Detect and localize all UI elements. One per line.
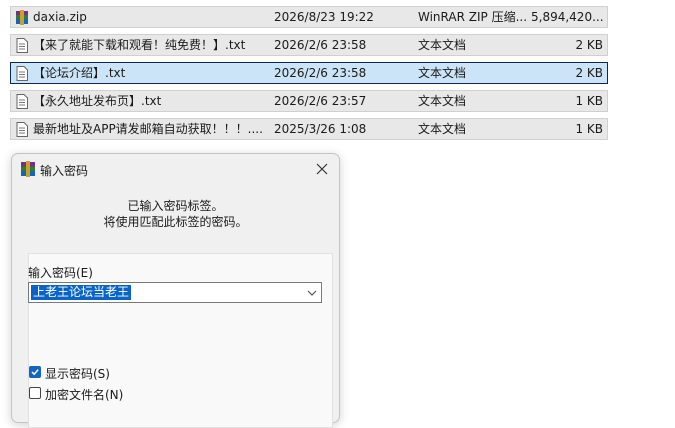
dialog-title-bar[interactable]: 输入密码 [12,154,339,184]
close-button[interactable] [309,156,335,182]
info-line-1: 已输入密码标签。 [127,199,224,213]
file-row-txt-2[interactable]: 【论坛介绍】.txt 2026/2/6 23:58 文本文档 2 KB [10,62,608,84]
file-date: 2026/2/6 23:58 [274,38,367,52]
file-date: 2026/8/23 19:22 [274,10,374,24]
file-row-daxia-zip[interactable]: daxia.zip 2026/8/23 19:22 WinRAR ZIP 压缩.… [10,6,608,28]
password-input[interactable]: 上老王论坛当老王 [31,285,132,300]
file-name: 【永久地址发布页】.txt [33,94,162,108]
file-date: 2026/2/6 23:57 [274,94,367,108]
text-file-icon [16,38,28,53]
file-size: 2 KB [575,66,603,80]
file-type: 文本文档 [418,94,467,108]
password-label: 输入密码(E) [28,266,93,280]
text-file-icon [16,122,28,137]
chevron-down-icon[interactable] [307,289,317,297]
checkbox-checked[interactable] [29,366,41,378]
winrar-icon [21,161,35,177]
winrar-zip-icon [16,10,28,25]
file-date: 2025/3/26 1:08 [274,122,367,136]
dialog-title: 输入密码 [40,164,89,178]
checkmark-icon [31,369,39,376]
text-file-icon [16,94,28,109]
file-size: 1 KB [575,94,603,108]
encrypt-filenames-label: 加密文件名(N) [45,388,124,402]
file-name: 最新地址及APP请发邮箱自动获取！！！.... [33,122,263,136]
show-password-label: 显示密码(S) [45,367,110,381]
password-combobox[interactable]: 上老王论坛当老王 [28,282,322,303]
file-type: 文本文档 [418,122,467,136]
file-size: 1 KB [575,122,603,136]
file-size: 2 KB [575,38,603,52]
file-size: 5,894,420... [531,10,603,24]
password-dialog: 输入密码 已输入密码标签。 将使用匹配此标签的密码。 输入密码(E) 上老王论坛… [11,153,340,428]
file-name: 【论坛介绍】.txt [33,66,126,80]
file-type: WinRAR ZIP 压缩... [418,10,528,24]
close-icon [316,163,328,175]
text-file-icon [16,66,28,81]
file-row-txt-3[interactable]: 【永久地址发布页】.txt 2026/2/6 23:57 文本文档 1 KB [10,90,608,112]
file-name: daxia.zip [33,10,87,24]
file-date: 2026/2/6 23:58 [274,66,367,80]
file-type: 文本文档 [418,38,467,52]
file-row-txt-1[interactable]: 【来了就能下载和观看！纯免费！】.txt 2026/2/6 23:58 文本文档… [10,34,608,56]
file-name: 【来了就能下载和观看！纯免费！】.txt [33,38,246,52]
checkbox-unchecked[interactable] [29,387,41,399]
file-list: daxia.zip 2026/8/23 19:22 WinRAR ZIP 压缩.… [10,6,608,146]
file-type: 文本文档 [418,66,467,80]
info-line-2: 将使用匹配此标签的密码。 [103,215,248,229]
file-row-txt-4[interactable]: 最新地址及APP请发邮箱自动获取！！！.... 2025/3/26 1:08 文… [10,118,608,140]
